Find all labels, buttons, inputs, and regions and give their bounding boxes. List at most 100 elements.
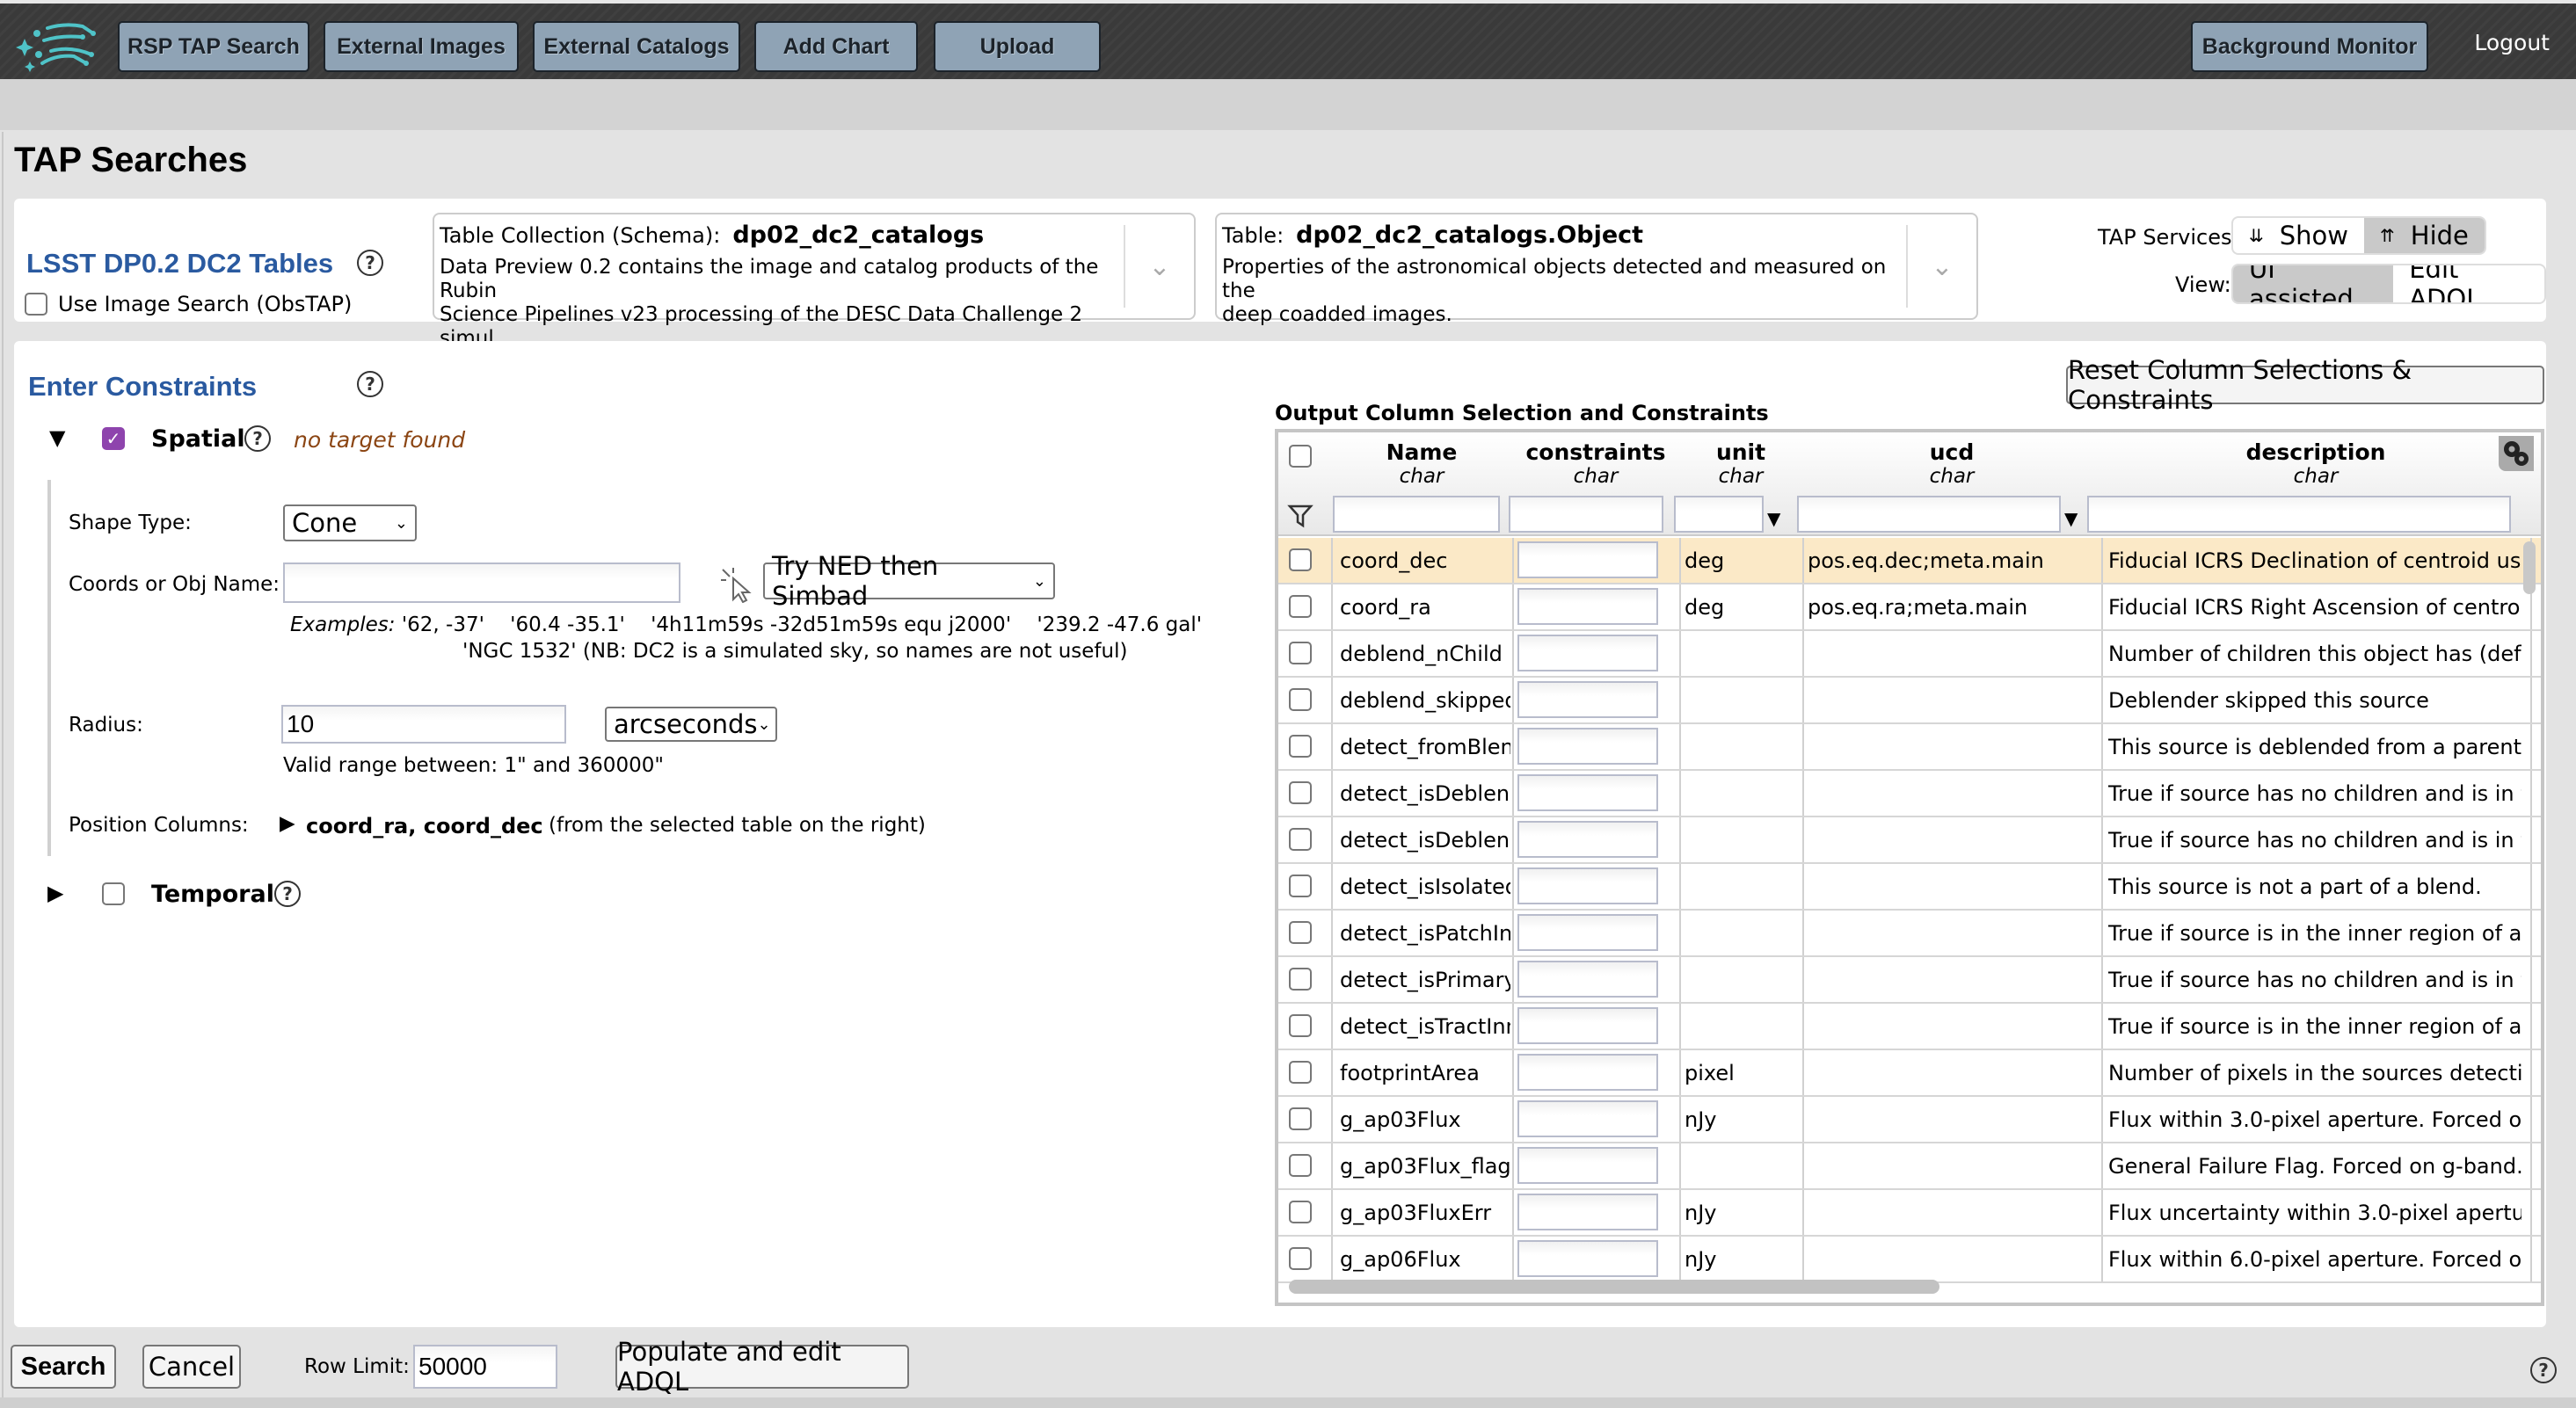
column-constraint-input[interactable] bbox=[1517, 1194, 1658, 1230]
position-columns-value[interactable]: coord_ra, coord_dec bbox=[306, 814, 543, 838]
row-select-checkbox[interactable] bbox=[1289, 1247, 1312, 1270]
column-header-description[interactable]: description char bbox=[2101, 439, 2530, 488]
row-select-checkbox[interactable] bbox=[1289, 828, 1312, 851]
table-row[interactable]: coord_dec deg pos.eq.dec;meta.main Fiducial… bbox=[1278, 538, 2541, 584]
column-constraint-input[interactable] bbox=[1517, 1240, 1658, 1277]
populate-edit-adql-button[interactable]: Populate and edit ADQL bbox=[615, 1337, 909, 1397]
table-row[interactable]: g_ap03FluxErr nJy Flux uncertainty within … bbox=[1278, 1190, 2541, 1237]
column-constraint-input[interactable] bbox=[1517, 914, 1658, 951]
shape-type-select[interactable]: Cone ⌄ bbox=[283, 504, 417, 541]
column-constraint-input[interactable] bbox=[1517, 867, 1658, 904]
constraints-filter-input[interactable] bbox=[1509, 496, 1663, 533]
cancel-button[interactable]: Cancel bbox=[142, 1345, 241, 1389]
help-icon[interactable]: ? bbox=[274, 881, 301, 907]
spatial-checkbox[interactable]: ✓ bbox=[102, 427, 125, 450]
help-icon[interactable]: ? bbox=[244, 425, 271, 452]
row-select-checkbox[interactable] bbox=[1289, 1154, 1312, 1177]
hide-services-button[interactable]: ⇈ Hide bbox=[2364, 218, 2485, 253]
reset-column-selections-button[interactable]: Reset Column Selections & Constraints bbox=[2066, 355, 2544, 415]
column-constraint-input[interactable] bbox=[1517, 1147, 1658, 1184]
table-row[interactable]: detect_isPrimary True if source has no ch… bbox=[1278, 957, 2541, 1004]
radius-input[interactable] bbox=[281, 705, 566, 744]
edit-adql-button[interactable]: Edit ADQL bbox=[2393, 265, 2544, 302]
column-constraint-input[interactable] bbox=[1517, 1100, 1658, 1137]
nav-add-chart-button[interactable]: Add Chart bbox=[754, 21, 918, 72]
ucd-filter-dropdown-icon[interactable]: ▼ bbox=[2064, 508, 2078, 529]
table-settings-gear-icon[interactable] bbox=[2499, 436, 2534, 471]
ucd-filter-input[interactable] bbox=[1797, 496, 2061, 533]
nav-upload-button[interactable]: Upload bbox=[934, 21, 1101, 72]
logout-link[interactable]: Logout bbox=[2474, 30, 2550, 55]
help-icon[interactable]: ? bbox=[2530, 1357, 2557, 1383]
ui-assisted-button[interactable]: UI assisted bbox=[2233, 265, 2394, 302]
table-row[interactable]: detect_isIsolated This source is not a pa… bbox=[1278, 864, 2541, 911]
row-select-checkbox[interactable] bbox=[1289, 548, 1312, 571]
row-select-checkbox[interactable] bbox=[1289, 735, 1312, 758]
temporal-checkbox[interactable] bbox=[102, 882, 125, 905]
row-select-checkbox[interactable] bbox=[1289, 921, 1312, 944]
table-row[interactable]: detect_isTractInner True if source is in … bbox=[1278, 1004, 2541, 1050]
show-services-button[interactable]: ⇊ Show bbox=[2233, 218, 2364, 253]
nav-external-catalogs-button[interactable]: External Catalogs bbox=[533, 21, 740, 72]
table-selector[interactable]: Table: dp02_dc2_catalogs.Object Propertie… bbox=[1215, 213, 1978, 326]
expand-triangle-icon[interactable]: ▶ bbox=[280, 812, 295, 835]
schema-selector[interactable]: Table Collection (Schema): dp02_dc2_catal… bbox=[433, 213, 1196, 350]
expand-triangle-icon[interactable]: ▶ bbox=[47, 881, 63, 905]
table-row[interactable]: coord_ra deg pos.eq.ra;meta.main Fiducial I… bbox=[1278, 584, 2541, 631]
table-row[interactable]: g_ap03Flux_flag General Failure Flag. For… bbox=[1278, 1143, 2541, 1190]
radius-unit-select[interactable]: arcseconds ⌄ bbox=[605, 707, 777, 742]
table-row[interactable]: g_ap06Flux nJy Flux within 6.0-pixel apert… bbox=[1278, 1237, 2541, 1283]
column-constraint-input[interactable] bbox=[1517, 588, 1658, 625]
background-monitor-button[interactable]: Background Monitor bbox=[2191, 21, 2428, 72]
table-row[interactable]: deblend_skipped Deblender skipped this so… bbox=[1278, 678, 2541, 724]
row-select-checkbox[interactable] bbox=[1289, 595, 1312, 618]
row-select-checkbox[interactable] bbox=[1289, 642, 1312, 664]
row-limit-input[interactable] bbox=[413, 1345, 557, 1389]
column-constraint-input[interactable] bbox=[1517, 1007, 1658, 1044]
table-row[interactable]: g_ap03Flux nJy Flux within 3.0-pixel apert… bbox=[1278, 1097, 2541, 1143]
target-pointer-icon[interactable] bbox=[719, 566, 754, 603]
unit-filter-input[interactable] bbox=[1674, 496, 1764, 533]
row-select-checkbox[interactable] bbox=[1289, 1107, 1312, 1130]
row-select-checkbox[interactable] bbox=[1289, 875, 1312, 897]
description-filter-input[interactable] bbox=[2087, 496, 2511, 533]
column-header-unit[interactable]: unit char bbox=[1679, 439, 1802, 488]
column-header-name[interactable]: Name char bbox=[1331, 439, 1512, 488]
table-row[interactable]: footprintArea pixel Number of pixels in th… bbox=[1278, 1050, 2541, 1097]
select-all-checkbox[interactable] bbox=[1289, 445, 1312, 468]
name-filter-input[interactable] bbox=[1333, 496, 1500, 533]
column-header-ucd[interactable]: ucd char bbox=[1802, 439, 2101, 488]
column-header-constraints[interactable]: constraints char bbox=[1512, 439, 1679, 488]
chevron-down-icon[interactable]: ⌄ bbox=[1906, 225, 1976, 308]
unit-filter-dropdown-icon[interactable]: ▼ bbox=[1767, 508, 1780, 529]
rubin-logo-icon[interactable] bbox=[12, 16, 104, 72]
row-select-checkbox[interactable] bbox=[1289, 1014, 1312, 1037]
chevron-down-icon[interactable]: ⌄ bbox=[1124, 225, 1194, 308]
table-row[interactable]: detect_isDeblendedModelSource True if sou… bbox=[1278, 771, 2541, 817]
filter-icon[interactable] bbox=[1287, 503, 1313, 529]
help-icon[interactable]: ? bbox=[357, 371, 383, 397]
column-constraint-input[interactable] bbox=[1517, 681, 1658, 718]
column-constraint-input[interactable] bbox=[1517, 728, 1658, 765]
nav-external-images-button[interactable]: External Images bbox=[324, 21, 519, 72]
table-row[interactable]: detect_isPatchInner True if source is in … bbox=[1278, 911, 2541, 957]
row-select-checkbox[interactable] bbox=[1289, 968, 1312, 991]
column-constraint-input[interactable] bbox=[1517, 635, 1658, 671]
horizontal-scrollbar[interactable] bbox=[1289, 1280, 1939, 1294]
row-select-checkbox[interactable] bbox=[1289, 1061, 1312, 1084]
name-resolver-select[interactable]: Try NED then Simbad ⌄ bbox=[763, 551, 1055, 611]
obstap-checkbox[interactable] bbox=[25, 293, 47, 316]
coords-input[interactable] bbox=[283, 562, 680, 603]
column-constraint-input[interactable] bbox=[1517, 961, 1658, 998]
help-icon[interactable]: ? bbox=[357, 250, 383, 276]
nav-rsp-tap-search-button[interactable]: RSP TAP Search bbox=[118, 21, 309, 72]
search-button[interactable]: Search bbox=[11, 1345, 116, 1389]
table-row[interactable]: detect_fromBlend This source is deblended… bbox=[1278, 724, 2541, 771]
column-constraint-input[interactable] bbox=[1517, 821, 1658, 858]
row-select-checkbox[interactable] bbox=[1289, 688, 1312, 711]
row-select-checkbox[interactable] bbox=[1289, 781, 1312, 804]
table-row[interactable]: deblend_nChild Number of children this ob… bbox=[1278, 631, 2541, 678]
column-constraint-input[interactable] bbox=[1517, 541, 1658, 578]
column-constraint-input[interactable] bbox=[1517, 1054, 1658, 1091]
collapse-triangle-icon[interactable]: ▼ bbox=[49, 425, 65, 450]
